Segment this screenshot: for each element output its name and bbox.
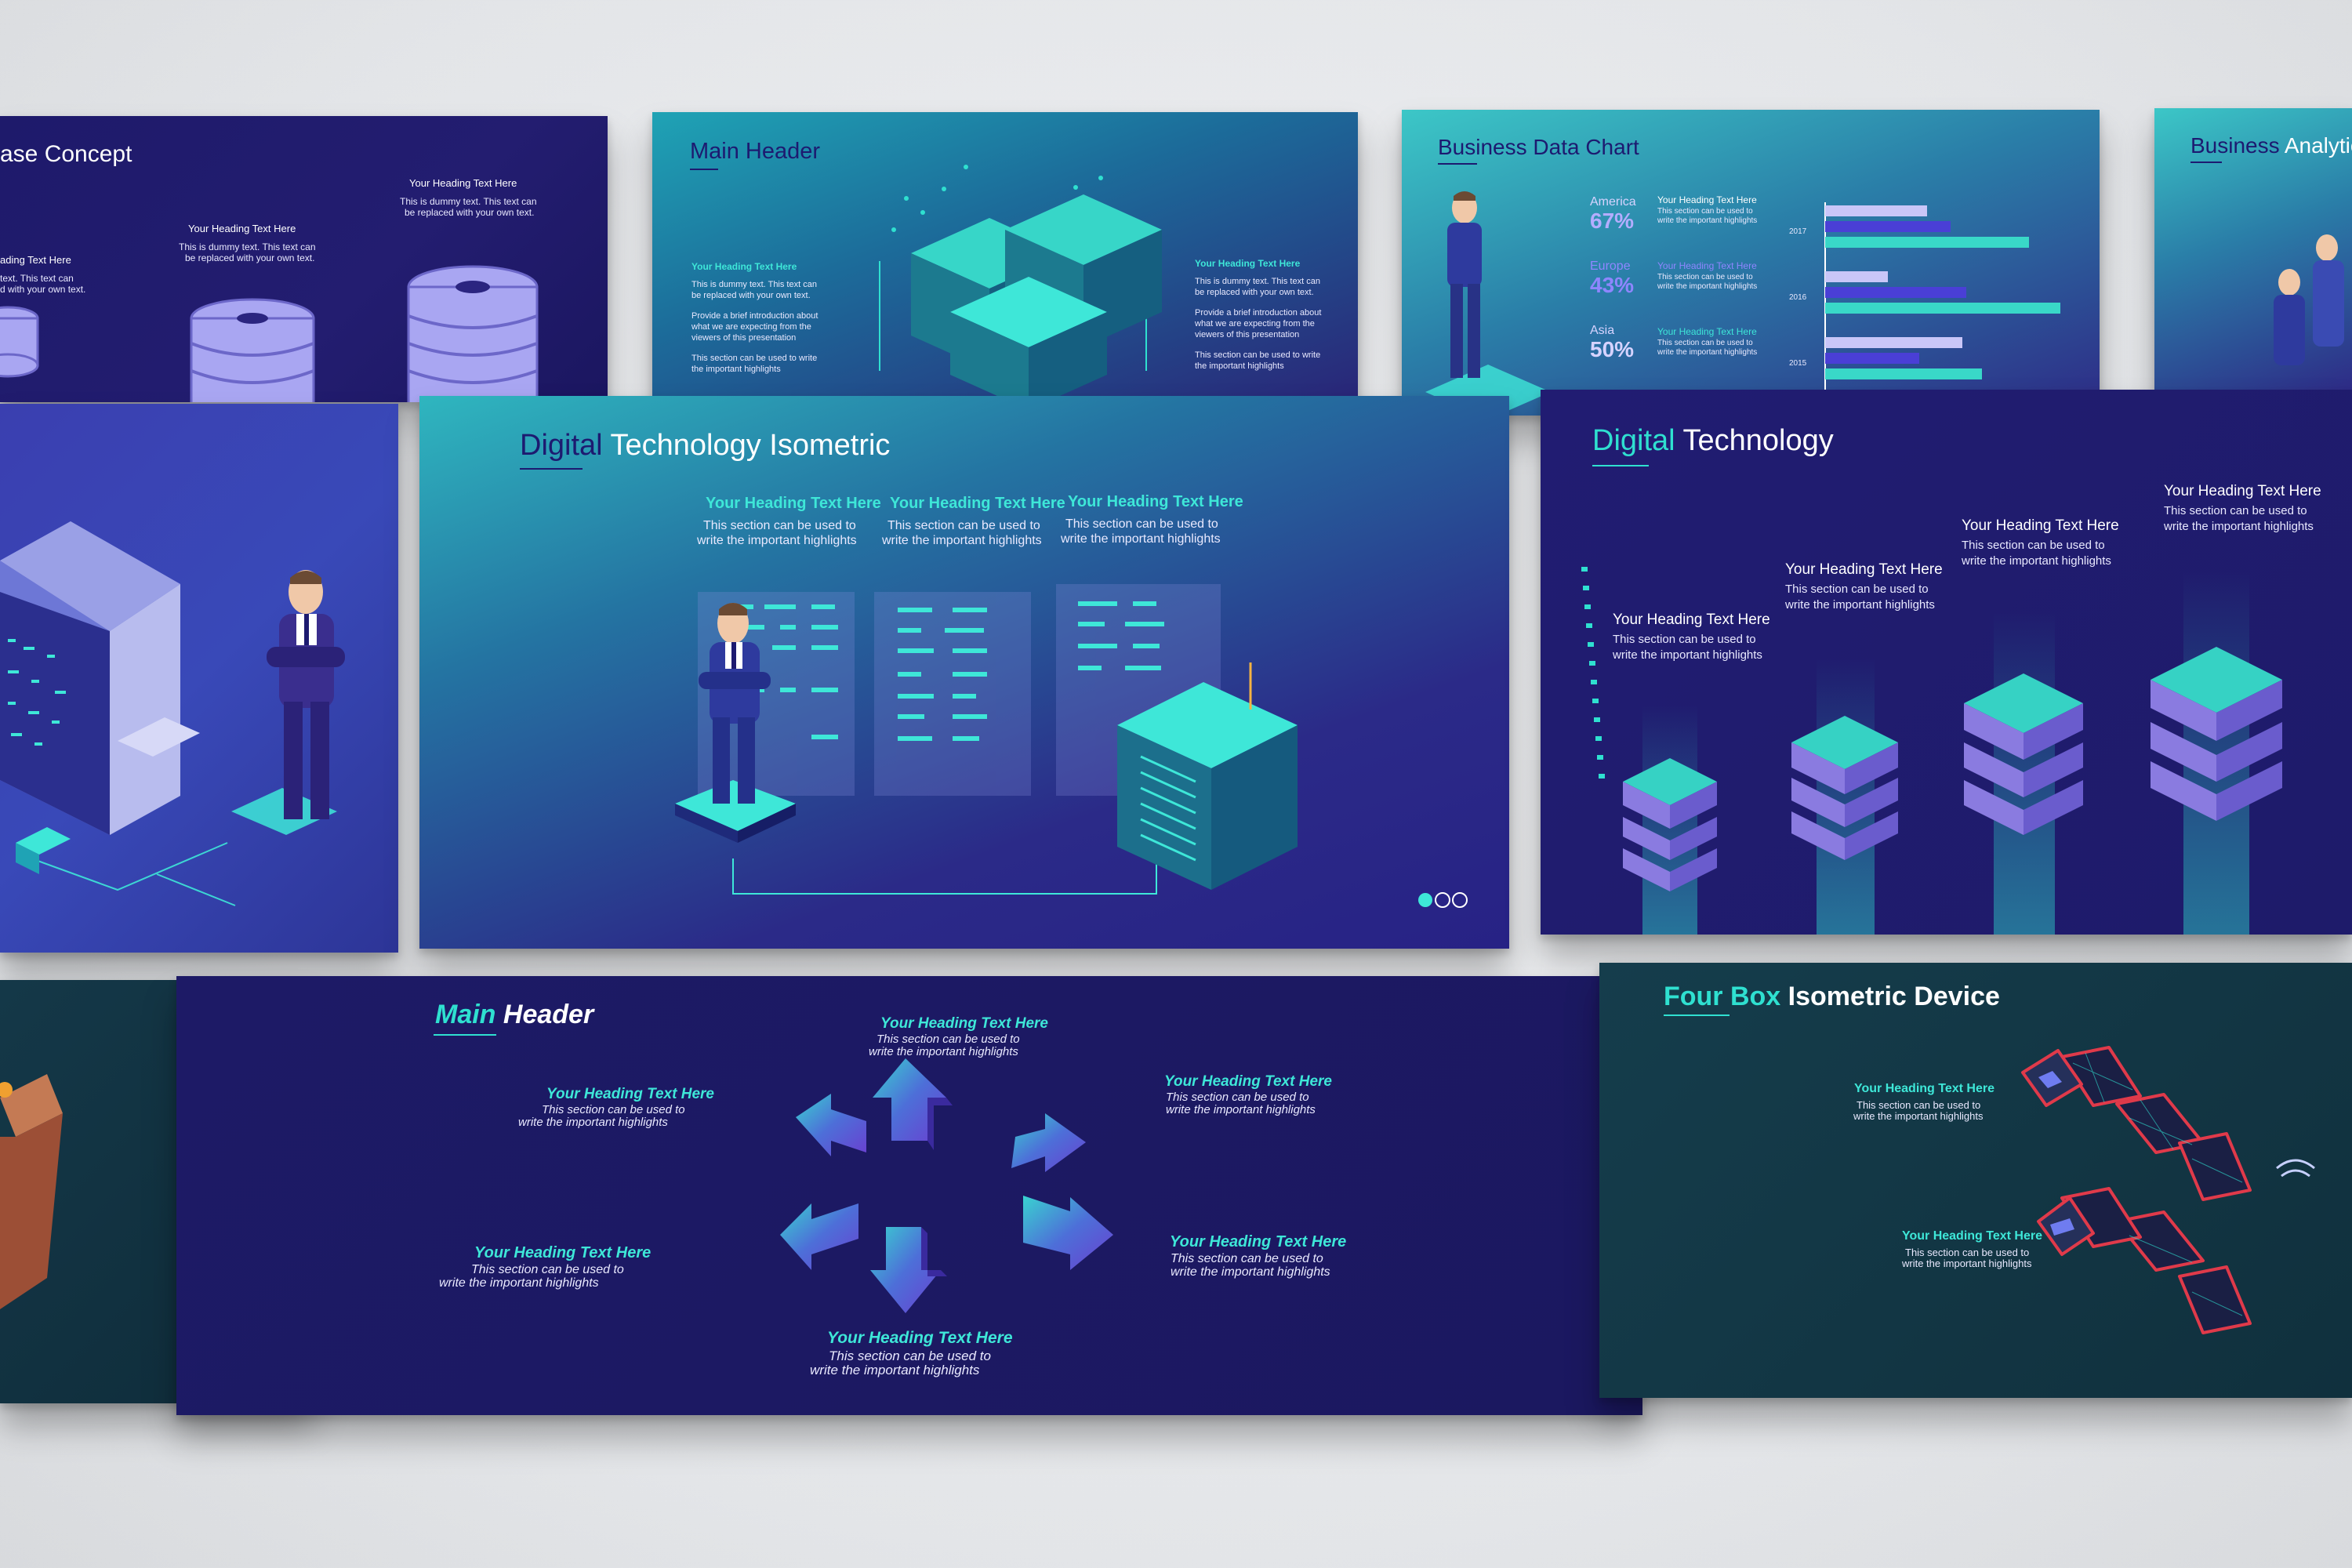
server-rack-illustration <box>0 521 345 906</box>
radial-arrows-graphic <box>780 1058 1113 1313</box>
arrow-down-icon <box>870 1227 947 1313</box>
arrow-lower-left-icon <box>780 1203 858 1270</box>
arrow-upper-left-icon <box>796 1094 866 1156</box>
server-stack <box>1964 673 2083 835</box>
arrow-up-icon <box>873 1058 953 1150</box>
slide-main-header-arrows[interactable]: Main Header Your Heading Text Here This … <box>176 976 1642 1415</box>
database-stack-icon <box>0 265 539 402</box>
isometric-device-boxes <box>2021 1046 2315 1334</box>
server-stack <box>1791 716 1898 860</box>
businessman-figure <box>1425 191 1551 416</box>
slide-server-concept[interactable] <box>0 404 398 953</box>
isometric-scene <box>675 584 1468 908</box>
slide-business-analytics[interactable]: Business Analytics <box>2154 108 2352 390</box>
slide-main-header[interactable]: Main Header Your Heading Text Here This … <box>652 112 1358 410</box>
slide-digital-technology[interactable]: Digital Technology Your Heading Text Her… <box>1541 390 2352 935</box>
server-cluster-icon <box>879 165 1162 410</box>
slide-database-concept[interactable]: ase Concept ading Text Here text. This t… <box>0 116 608 402</box>
businessmen-figures <box>2274 234 2344 365</box>
arrow-lower-right-icon <box>1023 1196 1113 1270</box>
arrow-upper-right-icon <box>1011 1113 1086 1172</box>
wifi-icon <box>2276 1159 2315 1178</box>
slide-four-box-isometric-device[interactable]: Four Box Isometric Device Your Heading T… <box>1599 963 2352 1398</box>
slide-business-data-chart[interactable]: Business Data Chart America 67% Your Hea… <box>1402 110 2100 416</box>
server-stacks-illustration <box>1581 567 2282 935</box>
bar-chart-graphic <box>1425 191 2060 416</box>
slide-digital-technology-isometric[interactable]: Digital Technology Isometric Your Headin… <box>419 396 1509 949</box>
pagination-dots <box>1418 892 1468 908</box>
businessman-figure <box>267 570 345 819</box>
server-stack <box>2151 647 2282 821</box>
